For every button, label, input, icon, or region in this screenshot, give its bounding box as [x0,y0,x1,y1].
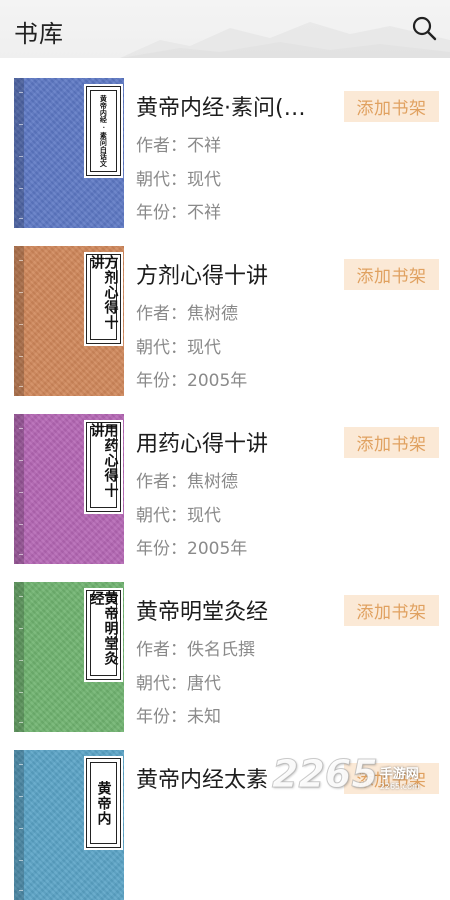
book-cover[interactable]: 方剂心得十讲 [14,246,124,396]
cover-stitch [19,554,23,555]
cover-stitch [19,492,23,493]
book-item[interactable]: 用药心得十讲 用药心得十讲 作者：焦树德 朝代：现代 年份：2005年 添加书架 [0,394,450,564]
cover-label: 黄帝内经·素问白话文 [86,86,121,176]
book-year: 年份：2005年 [136,539,248,559]
cover-title: 方剂心得十讲 [88,255,119,330]
cover-stitch [19,156,23,157]
cover-label: 黄帝明堂灸经 [86,590,121,680]
search-icon[interactable] [410,14,438,42]
book-title[interactable]: 用药心得十讲 [136,426,336,456]
cover-label: 方剂心得十讲 [86,254,121,344]
add-to-shelf-button[interactable]: 添加书架 [344,427,439,458]
cover-label: 黄帝内 [86,758,121,848]
cover-stitch [19,628,23,629]
cover-stitch [19,386,23,387]
book-item[interactable]: 黄帝明堂灸经 黄帝明堂灸经 作者：佚名氏撰 朝代：唐代 年份：未知 添加书架 [0,562,450,732]
cover-stitch [19,124,23,125]
add-to-shelf-button[interactable]: 添加书架 [344,595,439,626]
add-to-shelf-button[interactable]: 添加书架 [344,91,439,122]
book-cover[interactable]: 用药心得十讲 [14,414,124,564]
cover-stitch [19,860,23,861]
book-author: 作者：焦树德 [136,304,238,324]
book-title[interactable]: 黄帝明堂灸经 [136,594,336,624]
book-author: 作者：佚名氏撰 [136,640,255,660]
book-item[interactable]: 方剂心得十讲 方剂心得十讲 作者：焦树德 朝代：现代 年份：2005年 添加书架 [0,226,450,396]
cover-label: 用药心得十讲 [86,422,121,512]
book-dynasty: 朝代：现代 [136,506,221,526]
cover-stitch [19,92,23,93]
app-header: 书库 [0,0,450,58]
cover-stitch [19,596,23,597]
cover-stitch [19,764,23,765]
book-year: 年份：不祥 [136,203,221,223]
site-watermark: 2265 手游网 2265.com [272,752,442,796]
page-title: 书库 [14,20,64,48]
cover-stitch [19,524,23,525]
book-cover[interactable]: 黄帝内 [14,750,124,900]
cover-stitch [19,722,23,723]
cover-stitch [19,324,23,325]
cover-stitch [19,188,23,189]
watermark-cn: 手游网 [379,767,419,782]
book-year: 年份：2005年 [136,371,248,391]
watermark-number: 2265 [272,752,379,796]
cover-spine [14,414,24,564]
book-dynasty: 朝代：现代 [136,338,221,358]
book-dynasty: 朝代：现代 [136,170,221,190]
book-year: 年份：未知 [136,707,221,727]
cover-spine [14,582,24,732]
add-to-shelf-button[interactable]: 添加书架 [344,259,439,290]
cover-spine [14,78,24,228]
cover-stitch [19,460,23,461]
cover-stitch [19,796,23,797]
cover-spine [14,246,24,396]
cover-stitch [19,692,23,693]
book-cover[interactable]: 黄帝内经·素问白话文 [14,78,124,228]
cover-stitch [19,292,23,293]
cover-stitch [19,428,23,429]
cover-stitch [19,660,23,661]
cover-title: 黄帝明堂灸经 [88,591,119,666]
book-title[interactable]: 黄帝内经·素问(… [136,90,336,120]
book-item[interactable]: 黄帝内经·素问白话文 黄帝内经·素问(… 作者：不祥 朝代：现代 年份：不祥 添… [0,58,450,228]
cover-stitch [19,890,23,891]
book-cover[interactable]: 黄帝明堂灸经 [14,582,124,732]
cover-stitch [19,260,23,261]
cover-spine [14,750,24,900]
mountain-decoration [120,22,450,58]
cover-stitch [19,356,23,357]
search-button[interactable] [410,14,438,42]
cover-stitch [19,218,23,219]
book-dynasty: 朝代：唐代 [136,674,221,694]
book-author: 作者：不祥 [136,136,221,156]
watermark-side: 手游网 2265.com [380,763,420,791]
book-author: 作者：焦树德 [136,472,238,492]
book-title[interactable]: 方剂心得十讲 [136,258,336,288]
watermark-url: 2265.com [379,782,420,791]
cover-title: 黄帝内经·素问白话文 [99,95,109,167]
cover-title: 用药心得十讲 [88,423,119,498]
cover-title: 黄帝内 [95,780,112,826]
cover-stitch [19,828,23,829]
